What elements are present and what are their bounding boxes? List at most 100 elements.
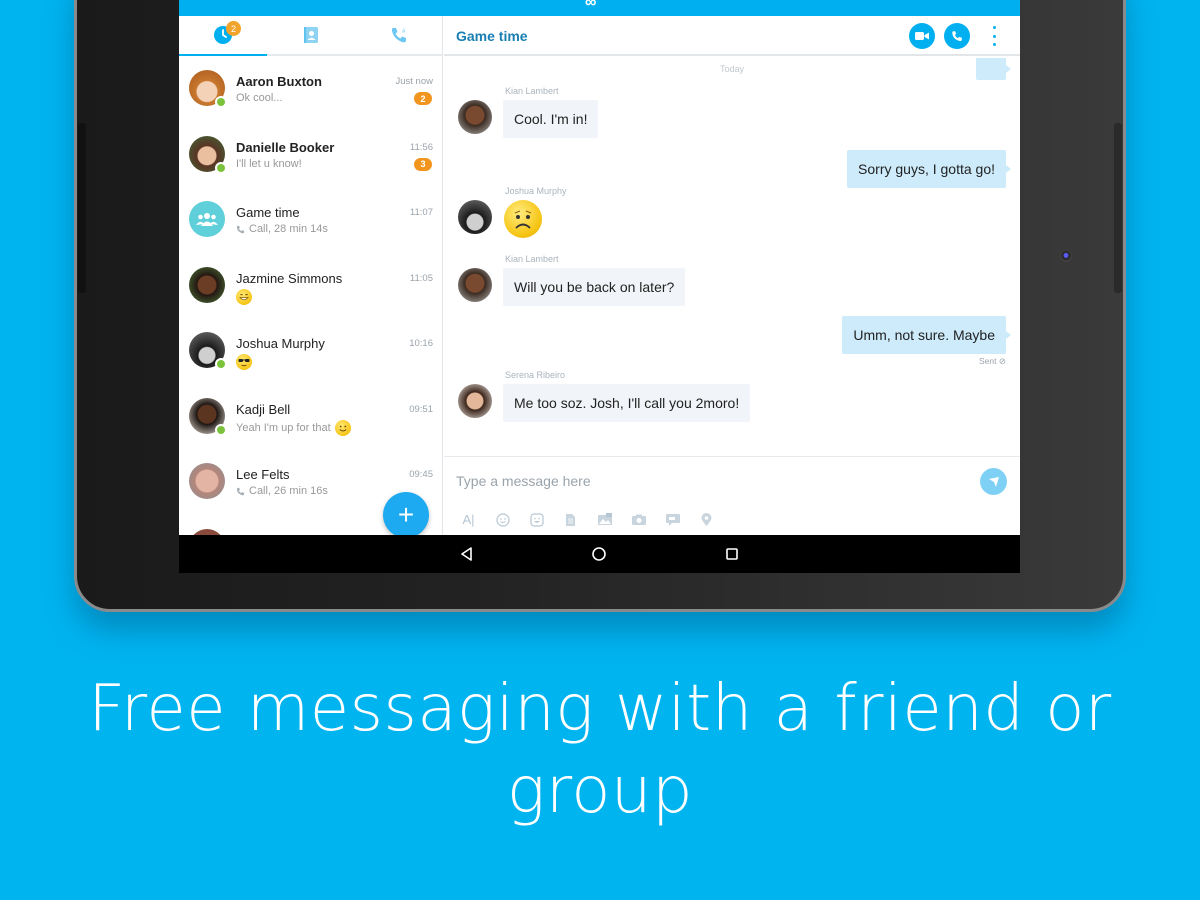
chat-preview-text: Call, 26 min 16s xyxy=(249,485,328,497)
unread-badge: 3 xyxy=(414,157,432,171)
message-bubble-incoming: Will you be back on later? xyxy=(503,268,686,306)
avatar xyxy=(189,463,225,499)
tab-recent[interactable]: 2 xyxy=(179,16,267,56)
sent-check-icon: ⊘ xyxy=(998,356,1006,366)
chat-item-aaron-buxton[interactable]: Aaron Buxton Ok cool... Just now 2 xyxy=(179,58,443,124)
cool-emoji-icon xyxy=(236,354,252,370)
message-sender: Kian Lambert xyxy=(505,254,559,264)
audio-call-button[interactable] xyxy=(944,23,970,49)
chat-item-game-time[interactable]: Game time Call, 28 min 14s 11:07 xyxy=(179,189,443,255)
chat-time: 11:05 xyxy=(409,272,433,284)
sender-avatar xyxy=(458,100,492,134)
tab-contacts[interactable] xyxy=(267,16,355,54)
message-sender: Joshua Murphy xyxy=(505,186,567,196)
message-bubble-incoming: Me too soz. Josh, I'll call you 2moro! xyxy=(503,384,751,422)
app-screen: ∞ 2 # Aaron Buxton Ok cool... Just now 2… xyxy=(179,0,1020,573)
video-camera-icon xyxy=(915,32,929,40)
list-tabs: 2 # xyxy=(179,16,443,56)
message-bubble-incoming: Cool. I'm in! xyxy=(503,100,599,138)
more-options-icon[interactable] xyxy=(990,26,998,46)
chat-time: 11:56 xyxy=(409,141,433,153)
chat-item-joshua-murphy[interactable]: Joshua Murphy 10:16 xyxy=(179,320,443,386)
chat-preview-text: Yeah I'm up for that xyxy=(236,421,331,434)
send-icon xyxy=(988,476,999,487)
skype-logo-icon: ∞ xyxy=(585,0,597,11)
message-list: Today Kian Lambert Cool. I'm in! Sorry g… xyxy=(444,58,1020,456)
video-message-icon[interactable] xyxy=(664,511,681,528)
phone-icon xyxy=(236,225,245,233)
android-nav-bar xyxy=(179,535,1020,573)
tab-calls[interactable]: # xyxy=(355,16,443,54)
message-sender: Serena Ribeiro xyxy=(505,370,566,380)
tab-recent-badge: 2 xyxy=(226,21,241,36)
chat-preview: Call, 28 min 14s xyxy=(236,223,328,235)
chat-preview: I'll let u know! xyxy=(236,158,302,170)
sender-avatar xyxy=(458,268,492,302)
message-bubble-outgoing-partial xyxy=(976,58,1011,80)
contacts-icon xyxy=(304,27,318,43)
chat-preview-text: Call, 28 min 14s xyxy=(249,223,328,235)
unread-badge: 2 xyxy=(414,92,432,105)
file-icon[interactable] xyxy=(562,511,579,528)
chat-item-kadji-bell[interactable]: Kadji Bell Yeah I'm up for that 09:51 xyxy=(179,386,443,452)
location-icon[interactable] xyxy=(698,511,715,528)
day-separator: Today xyxy=(719,64,745,74)
tablet-side-button-right xyxy=(1114,123,1122,293)
chat-preview-text: I'll let u know! xyxy=(236,157,302,170)
group-avatar xyxy=(189,201,225,237)
chat-preview: Yeah I'm up for that xyxy=(236,419,351,436)
chat-preview: Call, 26 min 16s xyxy=(236,485,328,497)
message-bubble-outgoing: Umm, not sure. Maybe xyxy=(842,316,1011,354)
front-camera xyxy=(1060,250,1072,262)
message-status: Sent ⊘ xyxy=(979,356,1006,367)
home-icon[interactable] xyxy=(591,546,607,562)
online-status-icon xyxy=(215,96,227,108)
chat-item-jazmine-simmons[interactable]: Jazmine Simmons 11:05 xyxy=(179,255,443,321)
chat-name: Kadji Bell xyxy=(236,401,291,417)
dialpad-phone-icon: # xyxy=(391,28,406,43)
chat-name: Game time xyxy=(236,205,300,220)
message-sender: Kian Lambert xyxy=(505,86,559,96)
message-input[interactable] xyxy=(456,469,956,493)
message-bubble-outgoing: Sorry guys, I gotta go! xyxy=(847,150,1011,188)
chat-name: Aaron Buxton xyxy=(236,74,322,89)
phone-icon xyxy=(236,487,245,495)
composer-toolbar: A| xyxy=(460,511,715,528)
sender-avatar xyxy=(458,200,492,234)
svg-text:#: # xyxy=(402,29,406,35)
conversation-pane: Game time Today Kian Lambert Cool. I'm i… xyxy=(444,16,1020,535)
group-icon xyxy=(196,213,218,226)
message-composer: A| xyxy=(444,456,1020,535)
chat-list: Aaron Buxton Ok cool... Just now 2 Danie… xyxy=(179,58,443,538)
conversation-header: Game time xyxy=(444,16,1020,56)
chat-preview xyxy=(236,288,252,305)
mojis-icon[interactable] xyxy=(528,511,545,528)
chat-time: 09:51 xyxy=(409,403,433,415)
new-chat-button[interactable]: + xyxy=(383,492,429,538)
video-call-button[interactable] xyxy=(909,23,935,49)
back-icon[interactable] xyxy=(459,546,475,562)
emoticon-icon[interactable] xyxy=(494,511,511,528)
chat-preview: Ok cool... xyxy=(236,92,282,104)
avatar xyxy=(189,266,225,303)
chat-preview xyxy=(236,354,252,370)
chat-time: 09:45 xyxy=(409,469,433,480)
text-format-icon[interactable]: A| xyxy=(460,511,477,528)
online-status-icon xyxy=(215,358,227,370)
send-button[interactable] xyxy=(980,468,1007,495)
camera-icon[interactable] xyxy=(630,511,647,528)
conversation-title: Game time xyxy=(456,28,528,44)
promo-tagline: Free messaging with a friend or group xyxy=(88,672,1112,828)
chat-item-danielle-booker[interactable]: Danielle Booker I'll let u know! 11:56 3 xyxy=(179,124,443,190)
message-status-text: Sent xyxy=(979,356,997,366)
chat-time: 10:16 xyxy=(409,338,433,349)
online-status-icon xyxy=(215,423,227,436)
sender-avatar xyxy=(458,384,492,418)
recents-icon[interactable] xyxy=(724,546,740,562)
app-bar: ∞ xyxy=(179,0,1020,16)
photo-icon[interactable] xyxy=(596,511,613,528)
chat-name: Joshua Murphy xyxy=(236,336,325,351)
grin-emoji-icon xyxy=(236,288,252,305)
phone-icon xyxy=(952,31,962,41)
online-status-icon xyxy=(215,161,227,174)
